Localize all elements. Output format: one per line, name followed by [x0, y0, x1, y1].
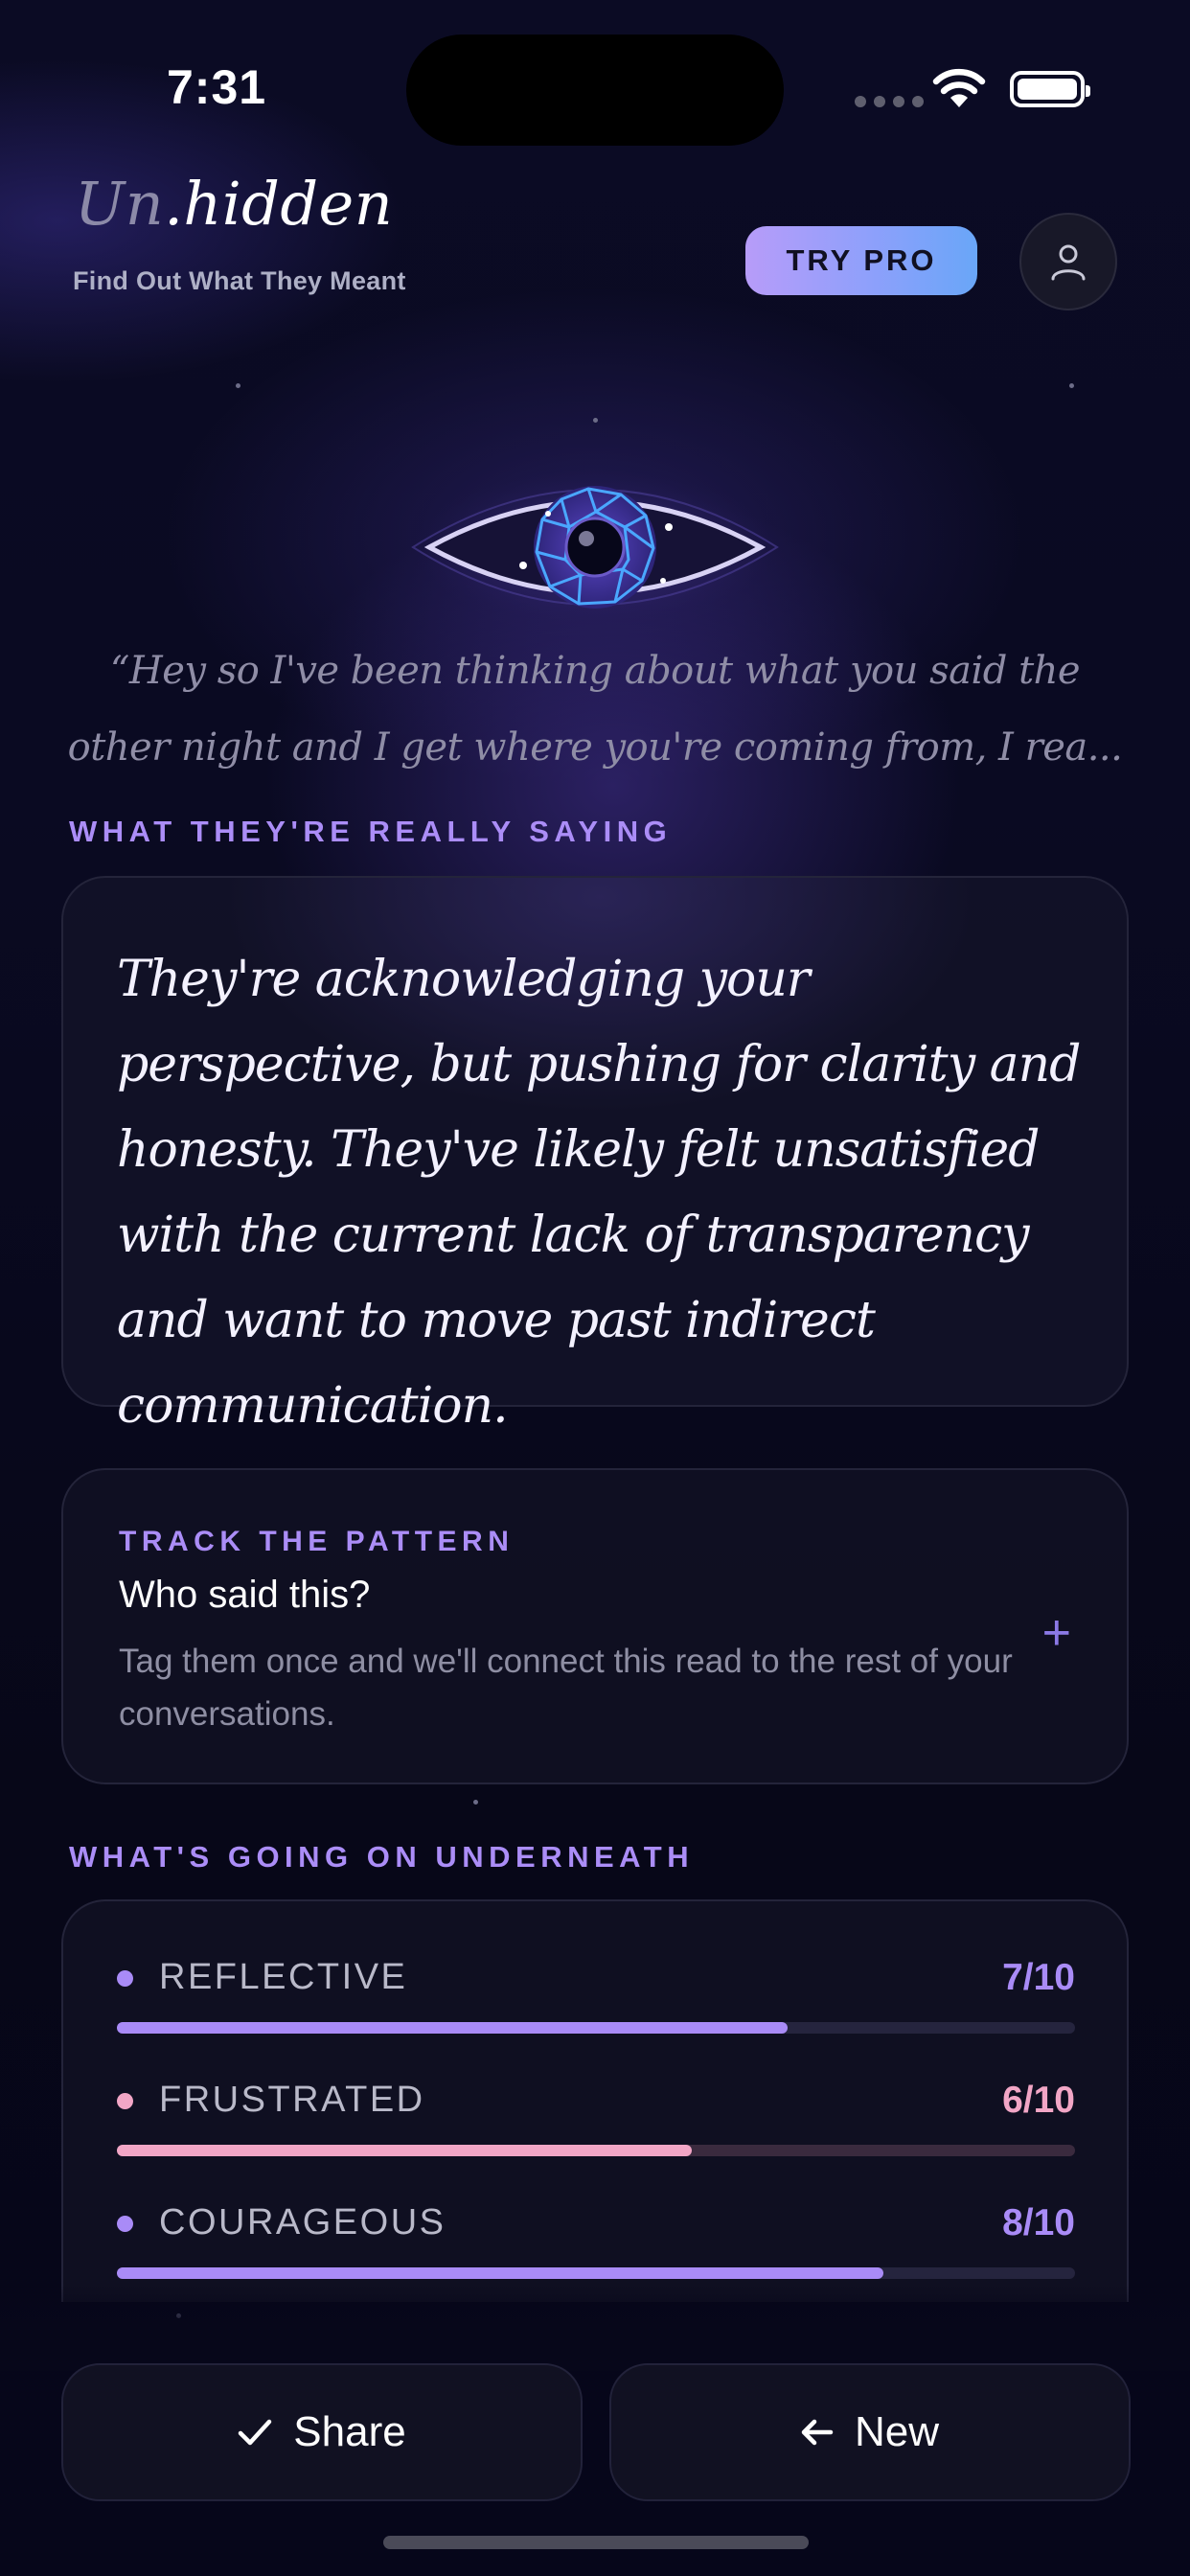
original-message-quote: “Hey so I've been thinking about what yo… — [67, 649, 1123, 770]
track-pattern-description: Tag them once and we'll connect this rea… — [119, 1643, 1013, 1733]
scroll-fade — [0, 2285, 1190, 2371]
logo-part-hidden: .hidden — [164, 169, 394, 239]
emotion-bar-fill — [117, 2022, 788, 2034]
section-label-underneath: WHAT'S GOING ON UNDERNEATH — [69, 1840, 695, 1874]
star-decoration — [236, 383, 240, 388]
new-label: New — [854, 2408, 940, 2455]
app-tagline: Find Out What They Meant — [73, 266, 406, 295]
checkmark-icon — [239, 2419, 272, 2446]
emotion-bar-track — [117, 2022, 1075, 2034]
share-label: Share — [293, 2408, 406, 2455]
translation-text: They're acknowledging your perspective, … — [117, 951, 1081, 1435]
profile-button[interactable] — [1019, 213, 1117, 310]
emotion-bar-fill — [117, 2145, 692, 2156]
emotion-score: 6/10 — [1002, 2080, 1075, 2121]
eye-icon — [411, 471, 779, 624]
section-label-really-saying: WHAT THEY'RE REALLY SAYING — [69, 815, 673, 848]
logo-part-un: Un — [75, 169, 165, 239]
star-decoration — [473, 1800, 478, 1805]
emotion-name: REFLECTIVE — [159, 1957, 408, 1997]
translation-card: They're acknowledging your perspective, … — [61, 876, 1129, 1435]
emotion-score: 8/10 — [1002, 2202, 1075, 2243]
emotion-dot — [117, 2093, 133, 2109]
home-indicator — [383, 2536, 809, 2549]
battery-icon — [1010, 71, 1090, 107]
emotion-name: FRUSTRATED — [159, 2080, 425, 2120]
star-decoration — [593, 418, 598, 423]
track-pattern-label: TRACK THE PATTERN — [119, 1526, 515, 1557]
emotion-score: 7/10 — [1002, 1957, 1075, 1998]
add-person-icon[interactable]: + — [1042, 1604, 1071, 1662]
star-decoration — [1069, 383, 1074, 388]
emotion-name: COURAGEOUS — [159, 2202, 446, 2242]
emotion-bar-track — [117, 2267, 1075, 2279]
emotion-dot — [117, 1970, 133, 1987]
new-button[interactable]: New — [609, 2363, 1131, 2501]
person-icon — [1051, 244, 1086, 281]
wifi-icon — [932, 68, 986, 107]
track-pattern-title: Who said this? — [119, 1574, 371, 1616]
try-pro-button[interactable]: TRY PRO — [745, 226, 977, 295]
screen: 7:31 Un.hidden Find Out What They Meant … — [0, 0, 1190, 2576]
dynamic-island — [406, 34, 784, 146]
arrow-left-icon — [801, 2419, 834, 2446]
app-logo: Un.hidden — [75, 169, 393, 239]
emotions-card: REFLECTIVE 7/10 FRUSTRATED 6/10 COURAGEO… — [61, 1899, 1129, 2302]
emotion-bar-fill — [117, 2267, 883, 2279]
emotion-bar-track — [117, 2145, 1075, 2156]
emotion-dot — [117, 2216, 133, 2232]
cellular-signal-icon — [855, 96, 924, 107]
share-button[interactable]: Share — [61, 2363, 583, 2501]
track-pattern-card[interactable]: TRACK THE PATTERN Who said this? Tag the… — [61, 1468, 1129, 1784]
status-time: 7:31 — [167, 60, 267, 114]
